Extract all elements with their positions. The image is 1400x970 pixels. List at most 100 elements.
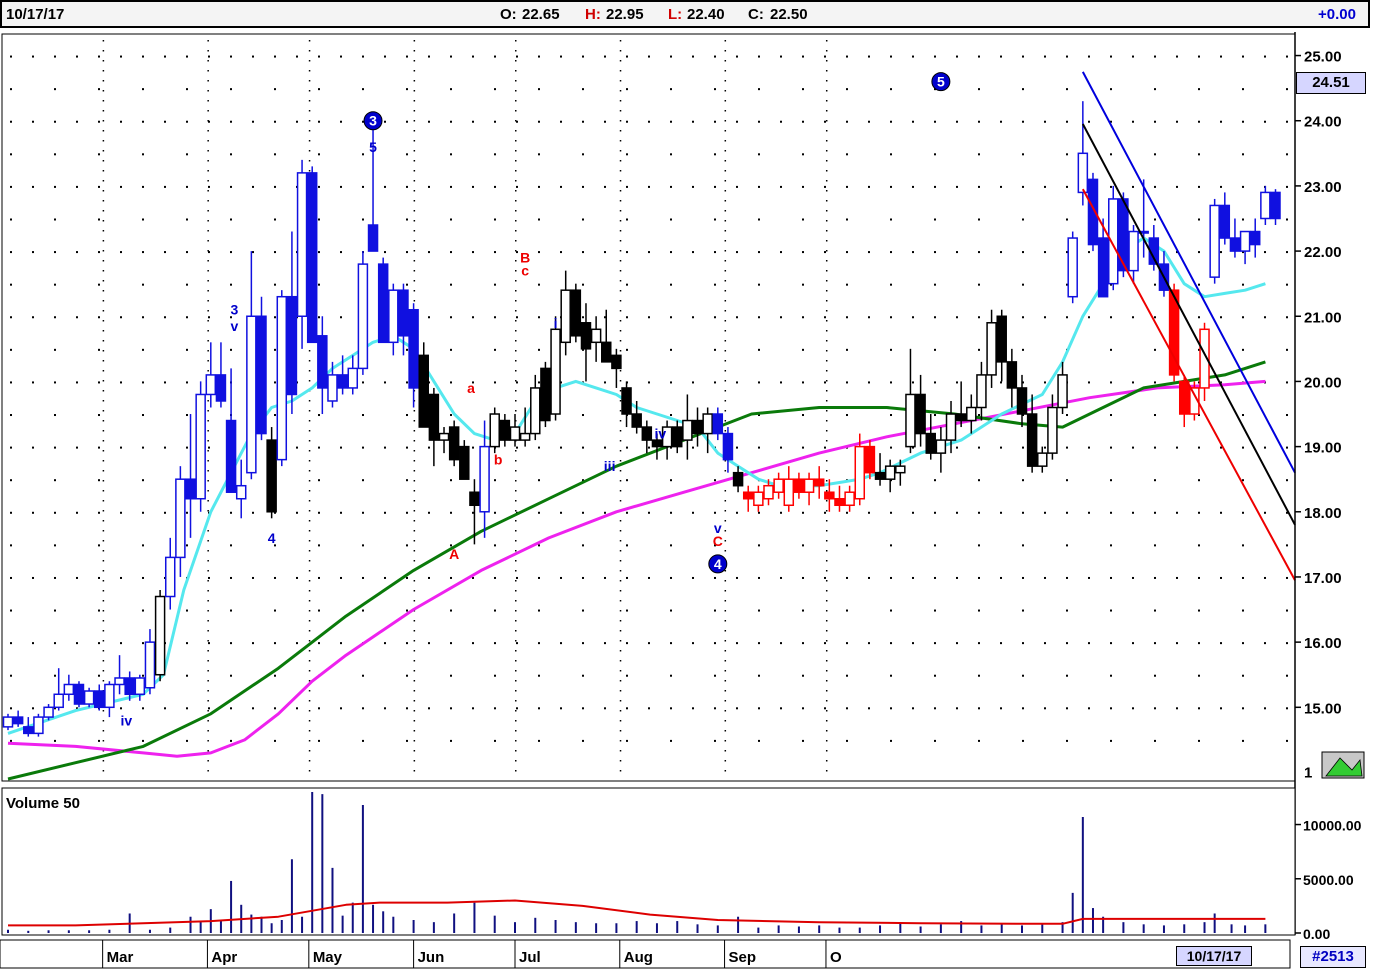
grid-dot	[308, 530, 311, 532]
grid-dot	[1264, 576, 1266, 579]
grid-dot	[186, 609, 188, 612]
grid-dot	[956, 642, 958, 645]
grid-dot	[1198, 283, 1200, 286]
grid-dot	[230, 609, 232, 612]
grid-dot	[724, 40, 727, 42]
grid-dot	[1088, 642, 1090, 645]
grid-dot	[619, 740, 622, 742]
grid-dot	[230, 674, 232, 677]
grid-dot	[604, 381, 606, 384]
grid-dot	[724, 170, 727, 172]
grid-dot	[98, 120, 100, 123]
symbol-id-badge[interactable]: #2513	[1300, 946, 1366, 968]
month-label: May	[313, 949, 343, 966]
candle-body	[296, 172, 308, 318]
grid-dot	[619, 710, 622, 712]
grid-dot	[413, 290, 416, 292]
grid-dot	[714, 511, 716, 514]
grid-dot	[450, 283, 452, 286]
grid-dot	[825, 170, 828, 172]
grid-dot	[626, 707, 628, 710]
candle-body	[590, 328, 602, 344]
grid-dot	[780, 642, 782, 645]
grid-dot	[934, 348, 936, 351]
grid-dot	[724, 760, 727, 762]
grid-dot	[515, 610, 517, 612]
grid-dot	[428, 185, 430, 188]
grid-dot	[318, 707, 320, 710]
grid-dot	[825, 600, 828, 602]
grid-dot	[54, 88, 56, 91]
grid-dot	[428, 576, 430, 579]
grid-dot	[98, 479, 100, 482]
grid-dot	[413, 660, 416, 662]
grid-dot	[413, 170, 416, 172]
grid-dot	[98, 511, 100, 514]
grid-dot	[802, 153, 804, 156]
grid-dot	[619, 640, 622, 642]
stock-chart[interactable]: 353v4ivAabBciiiiivvC45 15.0016.0017.0018…	[0, 0, 1400, 970]
grid-dot	[384, 120, 386, 123]
grid-dot	[619, 50, 622, 52]
grid-dot	[1110, 185, 1112, 188]
grid-dot	[1286, 446, 1288, 449]
grid-dot	[406, 446, 408, 449]
grid-dot	[1110, 674, 1112, 677]
grid-dot	[413, 630, 416, 632]
grid-dot	[1088, 316, 1090, 319]
grid-dot	[515, 300, 517, 302]
grid-dot	[846, 674, 848, 677]
grid-dot	[516, 185, 518, 188]
grid-dot	[956, 446, 958, 449]
grid-dot	[736, 316, 738, 319]
grid-dot	[207, 480, 209, 482]
grid-dot	[1066, 544, 1068, 547]
grid-dot	[308, 710, 311, 712]
grid-dot	[670, 316, 672, 319]
grid-dot	[296, 576, 298, 579]
grid-dot	[413, 710, 416, 712]
grid-dot	[846, 316, 848, 319]
grid-dot	[308, 350, 311, 352]
grid-dot	[102, 450, 105, 452]
grid-dot	[164, 55, 166, 58]
grid-dot	[207, 540, 209, 542]
grid-dot	[825, 430, 828, 432]
grid-dot	[825, 750, 828, 752]
grid-dot	[934, 739, 936, 742]
grid-dot	[934, 251, 936, 254]
grid-dot	[1044, 185, 1046, 188]
grid-dot	[780, 707, 782, 710]
grid-dot	[1242, 576, 1244, 579]
grid-dot	[413, 580, 416, 582]
month-label: Apr	[211, 949, 237, 966]
grid-dot	[824, 446, 826, 449]
grid-dot	[318, 218, 320, 221]
grid-dot	[384, 446, 386, 449]
grid-dot	[207, 270, 209, 272]
candle-body	[742, 491, 754, 500]
grid-dot	[515, 730, 517, 732]
grid-dot	[413, 430, 416, 432]
grid-dot	[515, 450, 517, 452]
grid-dot	[1242, 414, 1244, 417]
grid-dot	[274, 576, 276, 579]
grid-dot	[1264, 511, 1266, 514]
grid-dot	[515, 560, 517, 562]
grid-dot	[308, 540, 311, 542]
grid-dot	[825, 620, 828, 622]
grid-dot	[619, 730, 622, 732]
grid-dot	[825, 520, 828, 522]
grid-dot	[1000, 55, 1002, 58]
grid-dot	[54, 739, 56, 742]
grid-dot	[604, 446, 606, 449]
grid-dot	[825, 470, 828, 472]
grid-dot	[802, 609, 804, 612]
grid-dot	[406, 576, 408, 579]
grid-dot	[868, 316, 870, 319]
grid-dot	[582, 251, 584, 254]
grid-dot	[736, 185, 738, 188]
grid-dot	[1286, 544, 1288, 547]
grid-dot	[76, 381, 78, 384]
candle-body	[1270, 191, 1281, 220]
